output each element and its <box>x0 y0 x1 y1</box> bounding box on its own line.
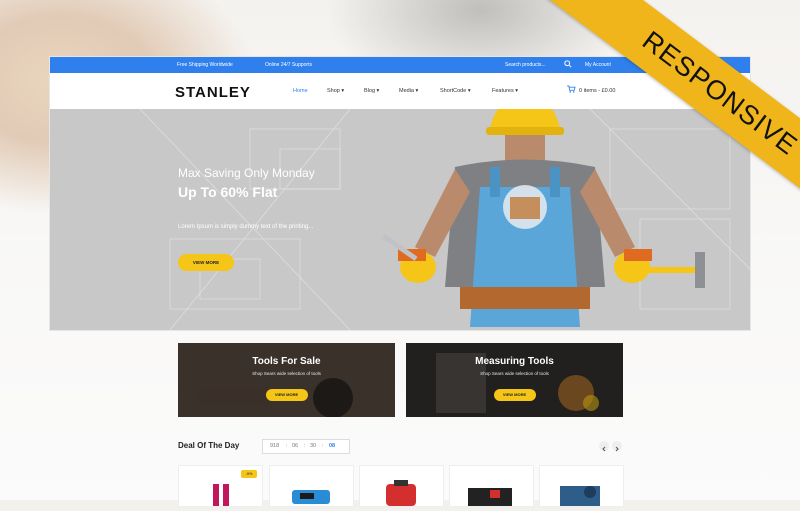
banner-measuring-tools[interactable]: Measuring Tools Shop Sears wide selectio… <box>406 343 623 417</box>
nav-blog[interactable]: Blog ▾ <box>364 88 379 94</box>
banner-subtitle: Shop Sears wide selection of tools <box>480 371 549 376</box>
product-saw-icon <box>560 486 600 506</box>
banner-view-more-button[interactable]: VIEW MORE <box>493 389 536 401</box>
hero-text: Lorem Ipsum is simply dummy text of the … <box>178 224 314 230</box>
hero-slider: Max Saving Only Monday Up To 60% Flat Lo… <box>50 109 750 330</box>
cart-icon[interactable] <box>567 85 576 93</box>
nav-shortcode[interactable]: ShortCode ▾ <box>440 88 471 94</box>
product-laser-measure-icon <box>292 490 330 504</box>
product-toolbox-icon <box>386 480 416 506</box>
cart-summary[interactable]: 0 items - £0.00 <box>579 88 615 94</box>
hero-subtitle: Max Saving Only Monday <box>178 166 315 180</box>
deal-of-the-day-title: Deal Of The Day <box>178 441 240 450</box>
banner-measuring-photo <box>406 343 623 417</box>
hero-view-more-button[interactable]: VIEW MORE <box>178 254 234 271</box>
search-input[interactable]: Search products... <box>505 62 546 68</box>
chevron-right-icon <box>615 446 619 452</box>
nav-features[interactable]: Features ▾ <box>492 88 518 94</box>
chevron-left-icon <box>602 446 606 452</box>
product-drill-icon <box>468 488 512 506</box>
timer-hours: 06 <box>292 443 299 449</box>
banner-tools-photo <box>178 343 395 417</box>
countdown-timer: 918 : 06 : 30 : 08 <box>262 439 350 454</box>
search-icon[interactable] <box>564 60 572 68</box>
timer-seconds: 08 <box>329 443 336 449</box>
timer-days: 918 <box>270 443 280 449</box>
nav-shop[interactable]: Shop ▾ <box>327 88 344 94</box>
carousel-next-button[interactable] <box>612 441 622 452</box>
hero-title: Up To 60% Flat <box>178 184 278 200</box>
theme-preview-frame: Free Shipping Worldwide Online 24/7 Supp… <box>50 57 750 330</box>
product-card[interactable] <box>539 465 624 507</box>
carousel-prev-button[interactable] <box>599 441 609 452</box>
product-card[interactable] <box>269 465 354 507</box>
timer-minutes: 30 <box>310 443 317 449</box>
product-card[interactable] <box>359 465 444 507</box>
nav-media[interactable]: Media ▾ <box>399 88 418 94</box>
product-card[interactable] <box>449 465 534 507</box>
support-text: Online 24/7 Supports <box>265 62 312 68</box>
product-card[interactable]: -9% <box>178 465 263 507</box>
banner-tools-for-sale[interactable]: Tools For Sale Shop Sears wide selection… <box>178 343 395 417</box>
nav-home[interactable]: Home <box>293 88 308 94</box>
my-account-link[interactable]: My Account <box>585 62 611 68</box>
site-logo[interactable]: STANLEY <box>175 84 251 101</box>
banner-title: Tools For Sale <box>252 356 321 367</box>
site-header: STANLEY Home Shop ▾ Blog ▾ Media ▾ Short… <box>50 73 750 110</box>
banner-view-more-button[interactable]: VIEW MORE <box>265 389 308 401</box>
shipping-text: Free Shipping Worldwide <box>177 62 233 68</box>
banner-title: Measuring Tools <box>475 356 554 367</box>
banner-subtitle: Shop Sears wide selection of tools <box>252 371 321 376</box>
sale-badge: -9% <box>241 470 257 478</box>
worker-illustration <box>381 109 705 327</box>
